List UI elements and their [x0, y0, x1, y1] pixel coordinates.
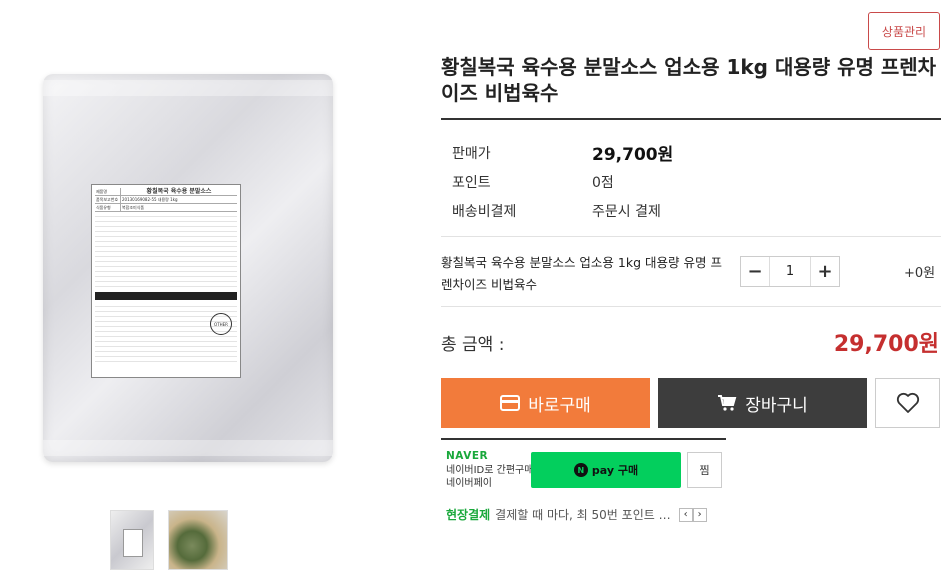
onsite-payment-banner: 현장결제 결제할 때 마다, 최 50번 포인트 … ‹ › [446, 506, 707, 523]
info-row-shipping: 배송비결제 주문시 결제 [452, 203, 661, 220]
prev-arrow-icon[interactable]: ‹ [678, 507, 693, 522]
option-extra-price: +0원 [904, 266, 936, 281]
divider [441, 118, 941, 120]
info-row-point: 포인트 0점 [452, 174, 614, 191]
cart-icon [718, 395, 737, 411]
naver-pay-box: NAVER 네이버ID로 간편구매 네이버페이 N pay 구매 찜 [441, 438, 726, 494]
card-icon [500, 395, 521, 411]
sale-price: 29,700원 [592, 145, 674, 165]
add-to-cart-button[interactable]: 장바구니 [658, 378, 867, 428]
thumbnail-product-bag[interactable] [110, 510, 154, 570]
product-info-table: 판매가 29,700원 포인트 0점 배송비결제 주문시 결제 [452, 138, 673, 225]
quantity-plus-button[interactable]: + [811, 257, 839, 286]
thumbnail-dish-photo[interactable] [168, 510, 228, 570]
product-bag-image: 제품명 황칠복국 육수용 분말소스 품목보고번호 20130169082-55 … [43, 74, 333, 462]
quantity-minus-button[interactable]: − [741, 257, 769, 286]
naver-zzim-button[interactable]: 찜 [687, 452, 722, 488]
naver-logo: NAVER [446, 450, 489, 462]
product-main-image[interactable]: 제품명 황칠복국 육수용 분말소스 품목보고번호 20130169082-55 … [35, 70, 345, 470]
product-label-sheet: 제품명 황칠복국 육수용 분말소스 품목보고번호 20130169082-55 … [91, 184, 241, 378]
total-label: 총 금액 : [441, 335, 505, 355]
divider [441, 236, 941, 237]
naver-n-icon: N [573, 463, 588, 477]
thumbnail-list [110, 510, 228, 570]
admin-manage-button[interactable]: 상품관리 [868, 12, 940, 50]
total-price: 29,700원 [833, 332, 939, 357]
buy-now-button[interactable]: 바로구매 [441, 378, 650, 428]
quantity-stepper[interactable]: − 1 + [740, 256, 840, 287]
divider [441, 306, 941, 307]
info-row-price: 판매가 29,700원 [452, 138, 673, 167]
recycle-icon: OTHER [210, 313, 232, 335]
naver-pay-button[interactable]: N pay 구매 [531, 452, 681, 488]
product-title: 황칠복국 육수용 분말소스 업소용 1kg 대용량 유명 프렌차이즈 비법육수 [441, 55, 937, 105]
next-arrow-icon[interactable]: › [692, 507, 707, 522]
quantity-input[interactable]: 1 [769, 257, 811, 286]
selected-option-name: 황칠복국 육수용 분말소스 업소용 1kg 대용량 유명 프렌차이즈 비법육수 [441, 255, 722, 292]
heart-icon [896, 392, 919, 413]
wishlist-button[interactable] [875, 378, 940, 428]
